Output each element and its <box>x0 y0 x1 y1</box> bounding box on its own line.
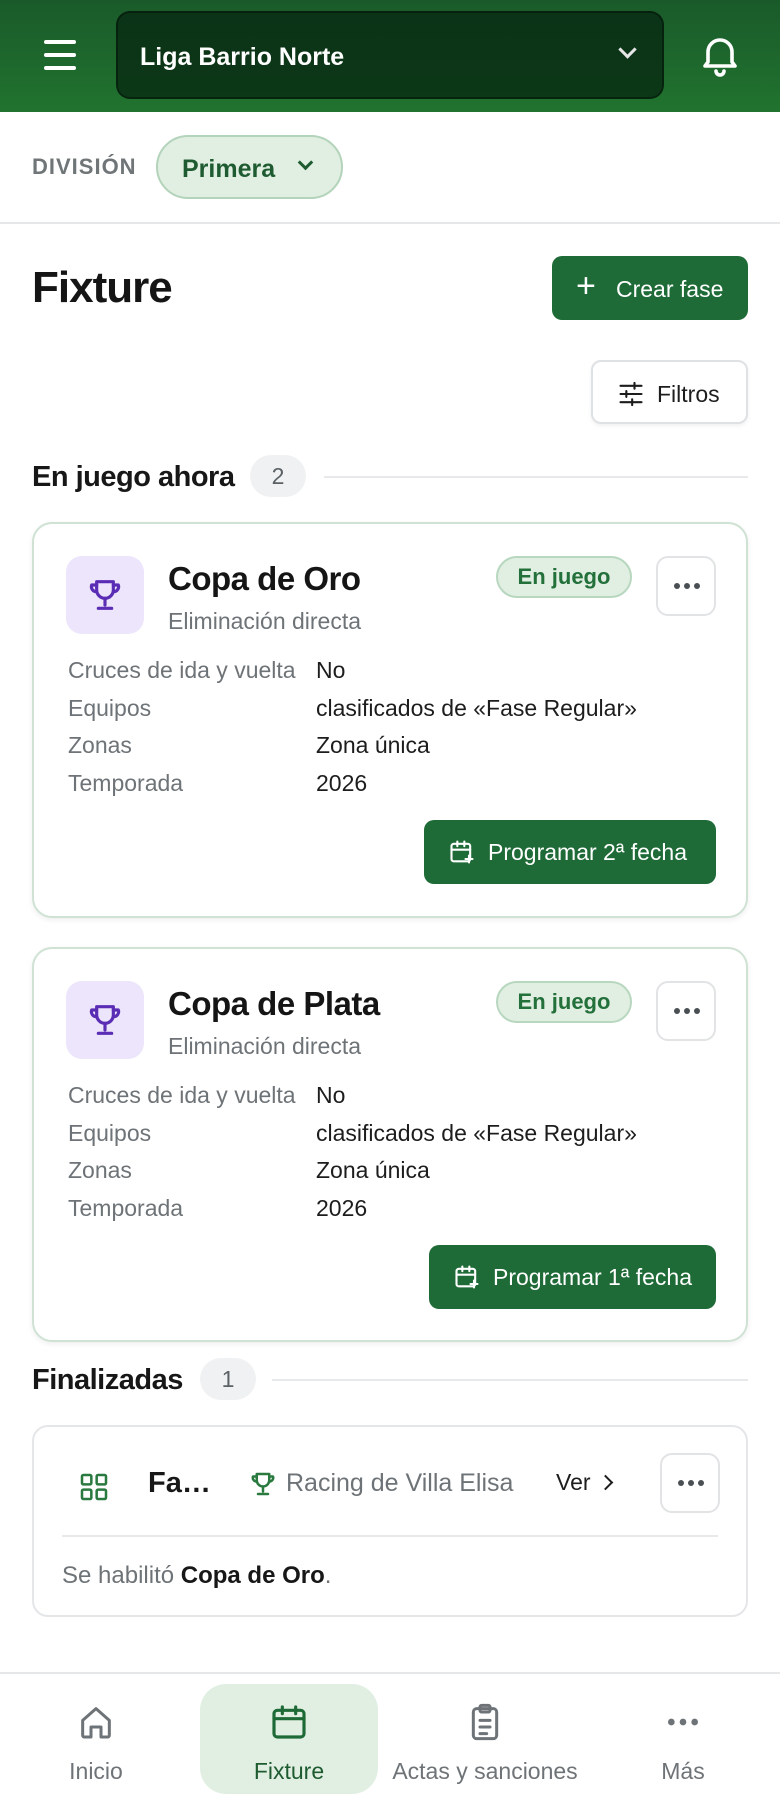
trophy-icon <box>251 1472 275 1496</box>
more-options-button[interactable] <box>656 556 716 616</box>
more-horizontal-icon <box>668 1718 698 1726</box>
schedule-label: Programar 1ª fecha <box>493 1264 692 1290</box>
section-divider <box>272 1379 748 1381</box>
nav-label: Actas y sanciones <box>392 1758 578 1784</box>
trophy-icon <box>89 1005 121 1035</box>
detail-value: Zona única <box>316 732 430 758</box>
nav-label: Inicio <box>69 1758 123 1784</box>
page-title: Fixture <box>32 263 173 312</box>
champion-team: Racing de Villa Elisa <box>286 1469 514 1497</box>
chevron-down-icon <box>618 40 637 59</box>
detail-value: clasificados de «Fase Regular» <box>316 695 637 721</box>
detail-label: Cruces de ida y vuelta <box>68 1082 296 1108</box>
detail-label: Zonas <box>68 1157 132 1183</box>
phase-card: Copa de Oro Eliminación directa En juego… <box>32 522 748 918</box>
section-title: En juego ahora <box>32 461 235 493</box>
calendar-plus-icon <box>455 1265 479 1289</box>
finished-phase-card: Fase Regular Racing de Villa Elisa Ver S… <box>32 1425 748 1617</box>
section-divider <box>324 476 748 478</box>
schedule-label: Programar 2ª fecha <box>488 839 687 865</box>
bell-icon <box>703 38 737 77</box>
more-horizontal-icon <box>674 583 700 589</box>
more-options-button[interactable] <box>656 981 716 1041</box>
status-badge: En juego <box>496 556 632 598</box>
app-header: Liga Barrio Norte <box>0 0 780 112</box>
filters-button[interactable]: Filtros <box>591 360 748 424</box>
create-phase-label: Crear fase <box>616 276 724 302</box>
calendar-plus-icon <box>450 840 474 864</box>
nav-item-fixture[interactable]: Fixture <box>200 1684 378 1794</box>
filters-label: Filtros <box>657 381 720 407</box>
phase-name[interactable]: Copa de Oro <box>168 560 361 598</box>
detail-label: Equipos <box>68 695 152 721</box>
count-badge: 1 <box>200 1358 256 1400</box>
division-bar: DIVISIÓN Primera <box>0 112 780 224</box>
phase-format: Eliminación directa <box>168 1033 362 1059</box>
note-prefix: Se habilitó <box>62 1562 175 1589</box>
clipboard-icon <box>471 1703 499 1741</box>
grid-icon <box>80 1473 108 1501</box>
nav-item-inicio[interactable]: Inicio <box>16 1684 176 1794</box>
league-selector[interactable]: Liga Barrio Norte <box>116 11 664 99</box>
detail-label: Equipos <box>68 1120 152 1146</box>
calendar-icon <box>272 1705 306 1739</box>
schedule-matchday-button[interactable]: Programar 1ª fecha <box>429 1245 716 1309</box>
nav-label: Fixture <box>253 1758 325 1784</box>
hamburger-menu-icon <box>44 40 76 44</box>
phase-card: Copa de Plata Eliminación directa En jue… <box>32 947 748 1342</box>
section-title: Finalizadas <box>32 1364 183 1396</box>
trophy-tile <box>66 981 144 1059</box>
home-icon <box>81 1707 111 1739</box>
phase-note: Se habilitó Copa de Oro. <box>62 1562 331 1590</box>
detail-label: Cruces de ida y vuelta <box>68 657 296 683</box>
hamburger-line <box>44 66 76 70</box>
nav-item-actas-sanciones[interactable]: Actas y sanciones <box>386 1684 584 1794</box>
bottom-navigation: Inicio Fixture Actas y sanciones Más <box>0 1672 780 1800</box>
detail-value: No <box>316 1082 346 1108</box>
detail-label: Temporada <box>68 770 184 796</box>
section-live-header: En juego ahora 2 <box>32 455 748 499</box>
create-phase-button[interactable]: + Crear fase <box>552 256 748 320</box>
detail-label: Zonas <box>68 732 132 758</box>
count-badge: 2 <box>250 455 306 497</box>
nav-item-mas[interactable]: Más <box>612 1684 754 1794</box>
more-options-button[interactable] <box>660 1453 720 1513</box>
detail-label: Temporada <box>68 1195 184 1221</box>
chevron-down-icon <box>297 154 314 171</box>
view-link[interactable]: Ver <box>556 1469 591 1496</box>
more-horizontal-icon <box>678 1480 704 1486</box>
phase-name[interactable]: Copa de Plata <box>168 985 380 1023</box>
chevron-right-icon <box>597 1474 614 1491</box>
division-label: DIVISIÓN <box>32 154 137 179</box>
detail-value: No <box>316 657 346 683</box>
hamburger-line <box>44 53 76 57</box>
sliders-icon <box>619 381 643 407</box>
schedule-matchday-button[interactable]: Programar 2ª fecha <box>424 820 716 884</box>
phase-format: Eliminación directa <box>168 608 362 634</box>
detail-value: 2026 <box>316 1195 368 1221</box>
note-highlight: Copa de Oro <box>180 1562 325 1589</box>
detail-value: clasificados de «Fase Regular» <box>316 1120 637 1146</box>
trophy-icon <box>89 580 121 610</box>
notifications-button[interactable] <box>696 30 744 78</box>
trophy-tile <box>66 556 144 634</box>
division-selector[interactable]: Primera <box>156 135 343 199</box>
nav-label: Más <box>661 1758 705 1784</box>
note-suffix: . <box>324 1562 332 1589</box>
menu-button[interactable] <box>36 36 84 76</box>
phase-name[interactable]: Fase Regular <box>148 1467 222 1500</box>
divider <box>62 1535 718 1537</box>
more-horizontal-icon <box>674 1008 700 1014</box>
plus-icon: + <box>576 267 596 305</box>
section-finished-header: Finalizadas 1 <box>32 1358 748 1402</box>
division-value: Primera <box>182 155 276 183</box>
detail-value: Zona única <box>316 1157 430 1183</box>
detail-value: 2026 <box>316 770 368 796</box>
status-badge: En juego <box>496 981 632 1023</box>
league-name: Liga Barrio Norte <box>140 43 345 71</box>
